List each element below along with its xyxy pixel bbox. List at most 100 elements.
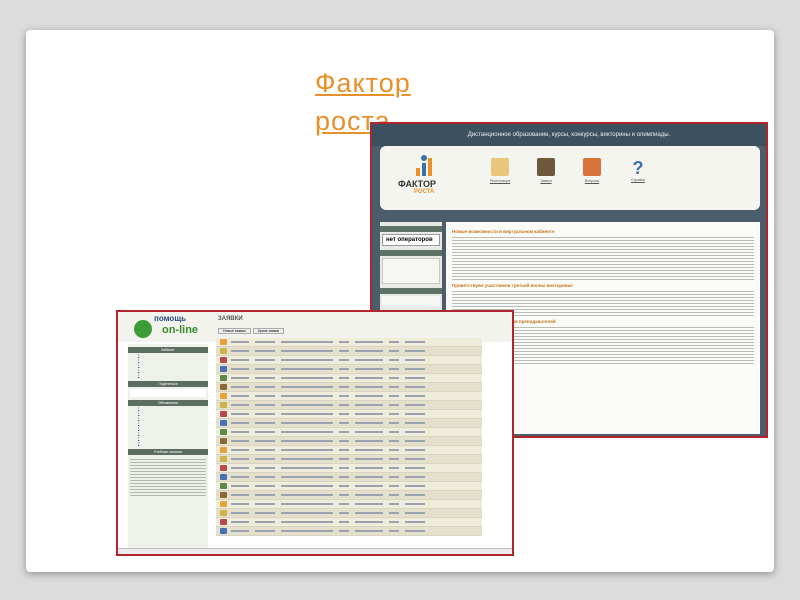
table-cell	[339, 377, 349, 379]
table-cell	[389, 431, 399, 433]
table-row[interactable]	[216, 428, 482, 437]
table-row[interactable]	[216, 383, 482, 392]
subject-icon	[220, 447, 227, 453]
table-row[interactable]	[216, 392, 482, 401]
table-cell	[405, 359, 425, 361]
table-row[interactable]	[216, 473, 482, 482]
sidebar-heading	[380, 226, 442, 232]
table-cell	[231, 521, 249, 523]
table-cell	[405, 476, 425, 478]
table-row[interactable]	[216, 527, 482, 536]
table-cell	[355, 413, 383, 415]
sidebar-link[interactable]: •	[128, 373, 208, 378]
table-cell	[255, 467, 275, 469]
nav-applications[interactable]: Заявки	[528, 158, 564, 183]
helpdesk-logo[interactable]: помощь on-line	[132, 314, 212, 340]
table-cell	[281, 476, 333, 478]
table-cell	[355, 386, 383, 388]
table-cell	[281, 530, 333, 532]
table-cell	[339, 485, 349, 487]
table-cell	[281, 386, 333, 388]
table-cell	[255, 530, 275, 532]
table-cell	[281, 368, 333, 370]
subject-icon	[220, 528, 227, 534]
subject-icon	[220, 474, 227, 480]
sidebar-heading	[380, 288, 442, 294]
table-cell	[355, 521, 383, 523]
question-icon: ?	[632, 158, 644, 178]
page-title: ЗАЯВКИ	[218, 316, 243, 322]
table-cell	[405, 377, 425, 379]
books-icon	[537, 158, 555, 176]
table-cell	[355, 359, 383, 361]
table-cell	[255, 485, 275, 487]
subject-icon	[220, 438, 227, 444]
tabs: Новые заявки Архив заявок	[218, 328, 286, 334]
table-cell	[389, 413, 399, 415]
table-row[interactable]	[216, 374, 482, 383]
table-cell	[231, 359, 249, 361]
table-row[interactable]	[216, 446, 482, 455]
subject-icon	[220, 492, 227, 498]
table-row[interactable]	[216, 410, 482, 419]
table-cell	[389, 458, 399, 460]
table-cell	[255, 386, 275, 388]
table-cell	[405, 386, 425, 388]
table-row[interactable]	[216, 437, 482, 446]
article-heading[interactable]: Новые возможности в виртуальном кабинете	[452, 229, 754, 234]
table-cell	[405, 404, 425, 406]
table-cell	[339, 494, 349, 496]
table-row[interactable]	[216, 455, 482, 464]
table-row[interactable]	[216, 347, 482, 356]
table-cell	[255, 521, 275, 523]
table-cell	[281, 341, 333, 343]
site-logo[interactable]: ФАКТОР РОСТА	[396, 154, 456, 204]
table-row[interactable]	[216, 356, 482, 365]
subject-icon	[220, 402, 227, 408]
tab-archive[interactable]: Архив заявок	[252, 328, 285, 334]
table-cell	[389, 377, 399, 379]
table-row[interactable]	[216, 500, 482, 509]
site-banner: ФАКТОР РОСТА Регистрация Заявки Вопросы …	[380, 146, 760, 210]
table-row[interactable]	[216, 518, 482, 527]
article-text	[452, 236, 754, 280]
table-row[interactable]	[216, 419, 482, 428]
article-heading[interactable]: Приветствуем участников третьей волны ви…	[452, 283, 754, 288]
table-cell	[281, 413, 333, 415]
sidebar-link[interactable]: •	[128, 441, 208, 446]
nav-questions[interactable]: Вопросы	[574, 158, 610, 183]
table-row[interactable]	[216, 365, 482, 374]
table-row[interactable]	[216, 509, 482, 518]
table-row[interactable]	[216, 401, 482, 410]
subject-icon	[220, 420, 227, 426]
table-cell	[231, 341, 249, 343]
subject-icon	[220, 384, 227, 390]
table-cell	[231, 530, 249, 532]
lesson-text	[130, 457, 206, 497]
table-cell	[389, 530, 399, 532]
table-row[interactable]	[216, 338, 482, 347]
nav-registration[interactable]: Регистрация	[482, 158, 518, 183]
slide: Фактор роста Дистанционное образование, …	[26, 30, 774, 572]
table-cell	[231, 395, 249, 397]
table-cell	[389, 485, 399, 487]
logo-name: ФАКТОР	[398, 179, 436, 189]
nav-help[interactable]: ? Справка	[620, 158, 656, 182]
table-row[interactable]	[216, 482, 482, 491]
share-toolbar[interactable]	[130, 389, 206, 397]
share-box[interactable]	[382, 296, 440, 306]
table-cell	[389, 386, 399, 388]
tab-new[interactable]: Новые заявки	[218, 328, 251, 334]
table-cell	[355, 458, 383, 460]
table-cell	[389, 521, 399, 523]
table-cell	[281, 350, 333, 352]
table-row[interactable]	[216, 464, 482, 473]
subject-icon	[220, 393, 227, 399]
login-form[interactable]	[382, 258, 440, 284]
table-cell	[405, 458, 425, 460]
table-cell	[255, 476, 275, 478]
table-row[interactable]	[216, 491, 482, 500]
table-cell	[389, 395, 399, 397]
table-cell	[231, 377, 249, 379]
table-cell	[231, 503, 249, 505]
